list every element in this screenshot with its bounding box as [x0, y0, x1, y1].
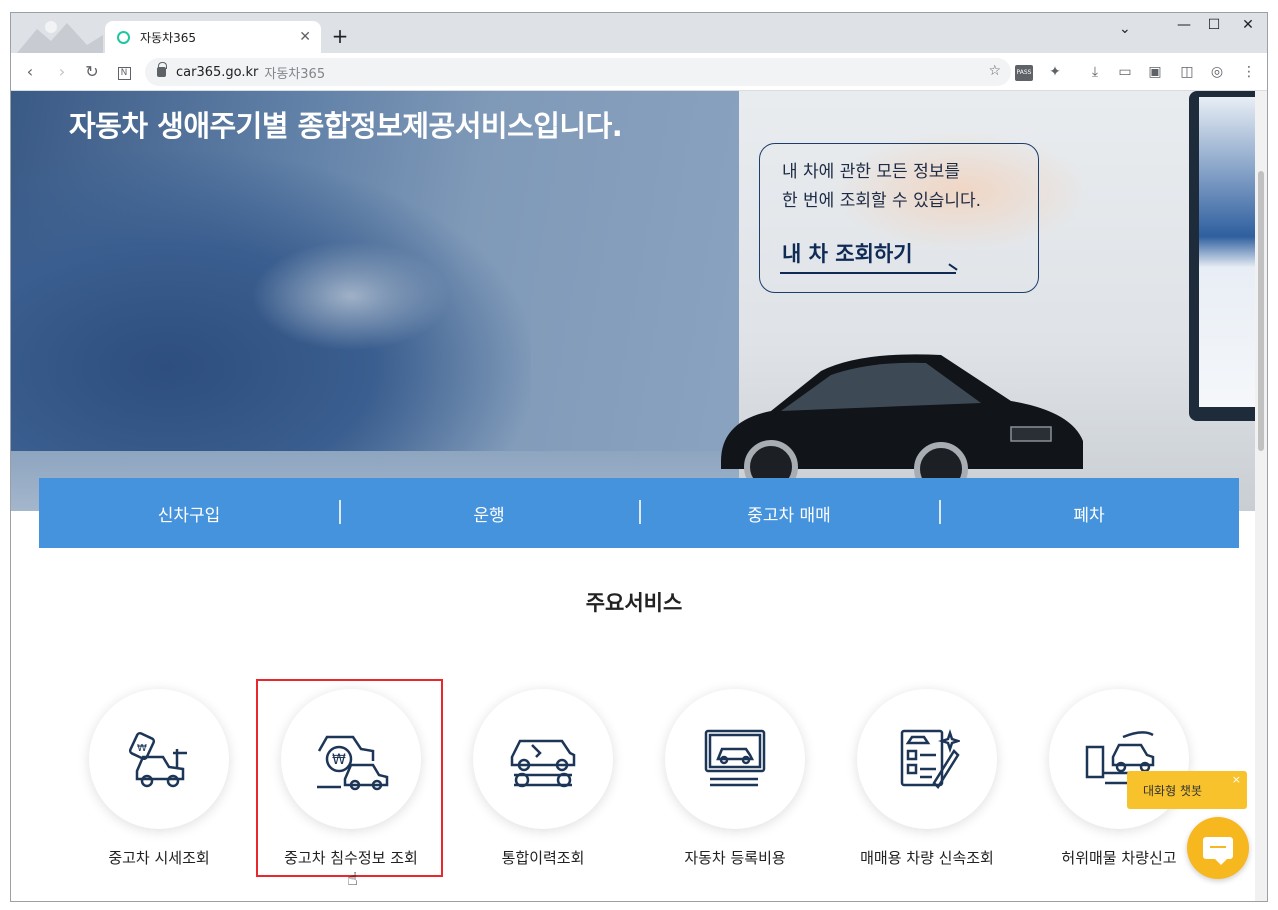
url-page-title: 자동차365 — [264, 66, 326, 82]
chatbot-button[interactable] — [1187, 817, 1249, 879]
service-label: 통합이력조회 — [501, 849, 585, 867]
download-icon[interactable]: ⤓ — [1085, 62, 1105, 82]
category-used-car[interactable]: 중고차 매매 — [639, 478, 939, 548]
tab-search-chevron-icon[interactable]: ⌄ — [1119, 21, 1131, 37]
tab-title: 자동차365 — [140, 30, 197, 45]
cta-underline — [780, 272, 956, 274]
service-integrated-history[interactable]: 통합이력조회 — [471, 689, 661, 889]
tab-active[interactable]: 자동차365 ✕ — [105, 21, 321, 53]
page-content: 자동차 생애주기별 종합정보제공서비스입니다. 내 차에 관한 모든 정보를 한… — [11, 91, 1257, 901]
site-favicon-icon — [117, 30, 130, 44]
car-repair-wrench-icon[interactable] — [473, 689, 613, 829]
category-nav: 신차구입 운행 중고차 매매 폐차 — [39, 478, 1239, 548]
cta-arrow-icon — [948, 263, 958, 271]
tab-strip: 자동차365 ✕ + ⌄ — ☐ ✕ — [11, 13, 1267, 53]
window-close-button[interactable]: ✕ — [1233, 17, 1263, 33]
screenshot-icon[interactable]: ▣ — [1145, 62, 1165, 82]
category-scrap[interactable]: 폐차 — [939, 478, 1239, 548]
scrollbar-thumb[interactable] — [1258, 171, 1264, 451]
service-label: 중고차 시세조회 — [108, 849, 210, 867]
browser-window: 자동차365 ✕ + ⌄ — ☐ ✕ ‹ › ↻ N car365.go.kr … — [10, 12, 1268, 902]
browser-theme-decoration — [17, 21, 103, 53]
page-scrollbar[interactable] — [1255, 91, 1267, 901]
forward-arrow-icon[interactable]: › — [51, 61, 73, 83]
lock-icon[interactable] — [157, 62, 167, 77]
car-document-pen-icon[interactable] — [857, 689, 997, 829]
new-tab-button[interactable]: + — [329, 25, 351, 47]
minimize-button[interactable]: — — [1169, 17, 1199, 33]
hero-banner: 자동차 생애주기별 종합정보제공서비스입니다. 내 차에 관한 모든 정보를 한… — [11, 91, 1257, 511]
car-price-tag-icon[interactable]: ₩ — [89, 689, 229, 829]
chat-bubble-icon — [1203, 837, 1233, 865]
extensions-puzzle-icon[interactable]: ✦ — [1045, 62, 1065, 82]
notion-extension-icon[interactable]: N — [113, 61, 135, 83]
my-car-cta-box[interactable]: 내 차에 관한 모든 정보를 한 번에 조회할 수 있습니다. 내 차 조회하기 — [759, 143, 1039, 293]
car-image — [721, 354, 1083, 491]
svg-text:₩: ₩ — [137, 743, 147, 754]
highlight-box — [256, 679, 443, 877]
profile-avatar-icon[interactable]: ◎ — [1207, 62, 1227, 82]
category-driving[interactable]: 운행 — [339, 478, 639, 548]
service-dealer-quick-lookup[interactable]: 매매용 차량 신속조회 — [855, 689, 1045, 889]
address-bar[interactable]: car365.go.kr 자동차365 ☆ — [145, 58, 1011, 86]
url-domain: car365.go.kr — [176, 64, 259, 80]
cta-line-2: 한 번에 조회할 수 있습니다. — [782, 191, 982, 211]
chatbot-tooltip-text: 대화형 챗봇 — [1143, 783, 1203, 798]
screen-record-icon[interactable]: ▭ — [1115, 62, 1135, 82]
pass-extension-icon[interactable]: PASS — [1015, 65, 1033, 81]
service-used-car-price[interactable]: ₩ 중고차 시세조회 — [87, 689, 277, 889]
tablet-image — [1189, 91, 1257, 421]
tab-close-icon[interactable]: ✕ — [299, 29, 311, 45]
menu-kebab-icon[interactable]: ⋮ — [1239, 62, 1259, 82]
side-panel-icon[interactable]: ◫ — [1177, 62, 1197, 82]
my-car-lookup-link[interactable]: 내 차 조회하기 — [782, 238, 913, 268]
main-services-title: 주요서비스 — [585, 591, 683, 615]
chatbot-tooltip[interactable]: 대화형 챗봇 × — [1127, 771, 1247, 809]
category-new-car[interactable]: 신차구입 — [39, 478, 339, 548]
hand-cursor-icon: ☝ — [347, 869, 358, 890]
service-label: 매매용 차량 신속조회 — [860, 849, 994, 867]
bookmark-star-icon[interactable]: ☆ — [988, 63, 1001, 79]
tooltip-close-icon[interactable]: × — [1232, 773, 1241, 786]
hero-headline: 자동차 생애주기별 종합정보제공서비스입니다. — [69, 109, 623, 143]
service-label: 자동차 등록비용 — [684, 849, 786, 867]
hero-hands-decoration — [251, 241, 451, 351]
service-registration-cost[interactable]: 자동차 등록비용 — [663, 689, 853, 889]
cta-description: 내 차에 관한 모든 정보를 한 번에 조회할 수 있습니다. — [782, 158, 981, 216]
cta-line-1: 내 차에 관한 모든 정보를 — [782, 162, 961, 182]
reload-icon[interactable]: ↻ — [81, 61, 103, 83]
car-monitor-icon[interactable] — [665, 689, 805, 829]
maximize-button[interactable]: ☐ — [1199, 17, 1229, 33]
back-arrow-icon[interactable]: ‹ — [19, 61, 41, 83]
browser-toolbar: ‹ › ↻ N car365.go.kr 자동차365 ☆ PASS ✦ ⤓ ▭… — [11, 53, 1267, 91]
